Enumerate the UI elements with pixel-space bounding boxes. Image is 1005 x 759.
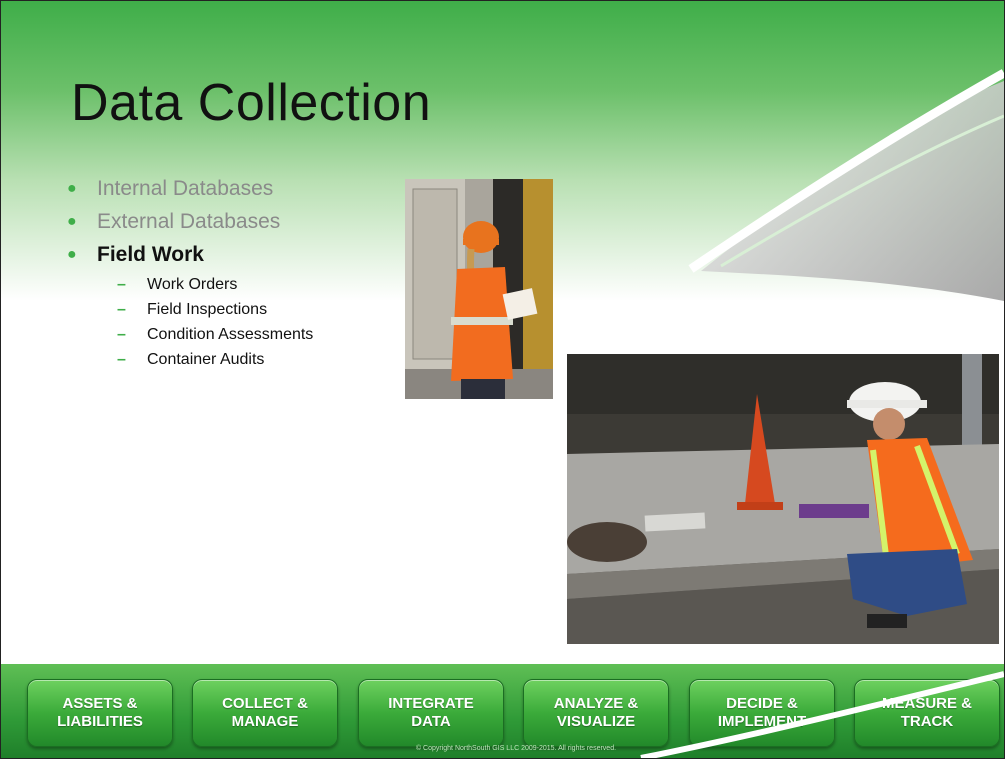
dash-icon: –	[117, 326, 126, 343]
page-title: Data Collection	[71, 74, 432, 132]
sub-bullet-item: – Field Inspections	[117, 301, 399, 319]
nav-button-assets-liabilities[interactable]: ASSETS & LIABILITIES	[27, 679, 173, 747]
worker-with-clipboard-photo	[405, 179, 553, 399]
sub-bullet-item: – Container Audits	[117, 351, 399, 369]
bullet-dot-icon: ●	[67, 180, 77, 197]
bullet-dot-icon: ●	[67, 213, 77, 230]
sub-bullet-text: Condition Assessments	[147, 326, 314, 343]
dash-icon: –	[117, 351, 126, 368]
bullet-dot-icon: ●	[67, 246, 77, 263]
bullet-text: Internal Databases	[97, 177, 274, 200]
bullet-list: ● Internal Databases ● External Database…	[59, 177, 399, 376]
slide: Data Collection ● Internal Databases ● E…	[0, 0, 1005, 759]
sub-bullet-text: Container Audits	[147, 351, 265, 368]
nav-button-measure-track[interactable]: MEASURE & TRACK	[854, 679, 1000, 747]
sub-bullet-text: Work Orders	[147, 276, 238, 293]
nav-button-integrate-data[interactable]: INTEGRATE DATA	[358, 679, 504, 747]
dash-icon: –	[117, 301, 126, 318]
nav-button-analyze-visualize[interactable]: ANALYZE & VISUALIZE	[523, 679, 669, 747]
sub-bullet-item: – Condition Assessments	[117, 326, 399, 344]
worker-kneeling-curb-photo	[567, 354, 999, 644]
sub-bullet-text: Field Inspections	[147, 301, 268, 318]
bullet-item: ● Field Work	[59, 243, 399, 267]
bullet-item: ● External Databases	[59, 210, 399, 234]
nav-button-decide-implement[interactable]: DECIDE & IMPLEMENT	[689, 679, 835, 747]
bullet-text: External Databases	[97, 210, 281, 233]
nav-button-collect-manage[interactable]: COLLECT & MANAGE	[192, 679, 338, 747]
copyright-text: © Copyright NorthSouth GIS LLC 2009-2015…	[415, 745, 617, 752]
bullet-text: Field Work	[97, 243, 204, 266]
footer-nav-bar: ASSETS & LIABILITIES COLLECT & MANAGE IN…	[1, 664, 1004, 758]
bullet-item: ● Internal Databases	[59, 177, 399, 201]
sub-bullet-item: – Work Orders	[117, 276, 399, 294]
dash-icon: –	[117, 276, 126, 293]
